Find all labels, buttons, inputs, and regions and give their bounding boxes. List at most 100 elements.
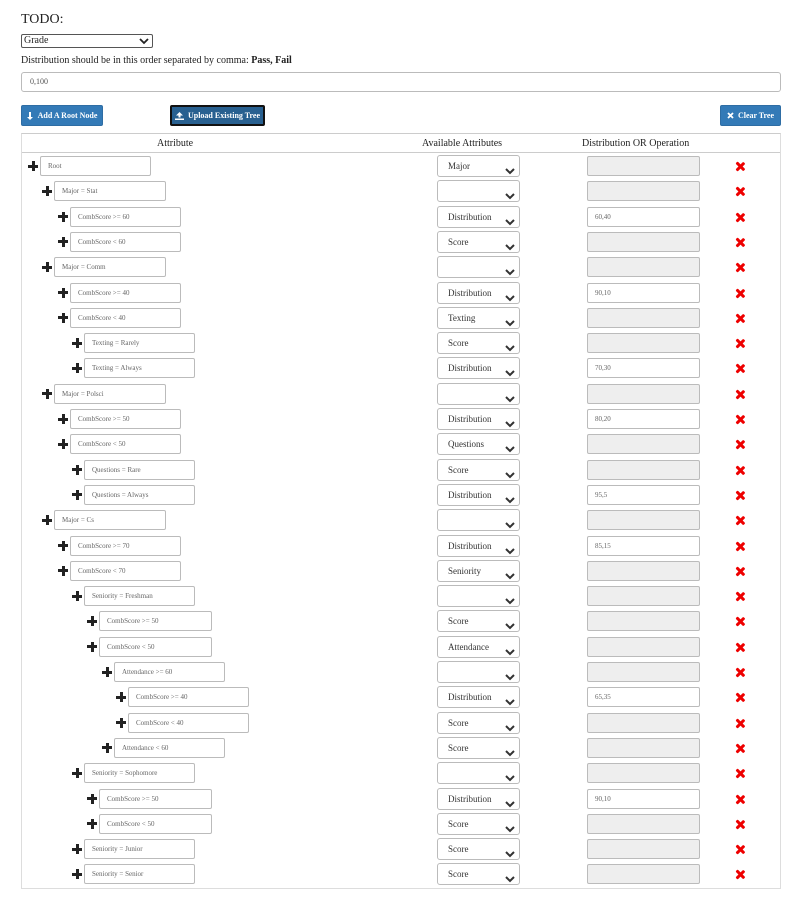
- node-label-input[interactable]: CombScore < 50: [99, 813, 212, 834]
- node-label-input[interactable]: CombScore < 60: [70, 231, 181, 252]
- available-attribute-select[interactable]: [437, 180, 520, 203]
- distribution-input[interactable]: 90,10: [587, 788, 700, 809]
- available-attribute-select[interactable]: Score: [437, 838, 520, 861]
- plus-icon[interactable]: [87, 641, 97, 652]
- delete-icon[interactable]: [735, 769, 744, 778]
- available-attribute-select[interactable]: [437, 661, 520, 683]
- delete-icon[interactable]: [735, 263, 744, 272]
- distribution-input[interactable]: [587, 813, 700, 834]
- available-attribute-select[interactable]: Distribution: [437, 787, 520, 810]
- available-attribute-select[interactable]: Texting: [437, 306, 520, 329]
- distribution-input[interactable]: [587, 156, 700, 176]
- distribution-input[interactable]: [587, 737, 700, 758]
- available-attribute-select[interactable]: Distribution: [437, 686, 520, 709]
- plus-icon[interactable]: [42, 388, 52, 399]
- delete-icon[interactable]: [735, 440, 744, 449]
- node-label-input[interactable]: CombScore < 40: [128, 712, 249, 733]
- delete-icon[interactable]: [735, 339, 744, 348]
- plus-icon[interactable]: [58, 414, 68, 424]
- plus-icon[interactable]: [72, 844, 82, 855]
- delete-icon[interactable]: [735, 415, 744, 424]
- distribution-input[interactable]: 90,10: [587, 282, 700, 303]
- node-label-input[interactable]: Seniority = Sophomore: [84, 763, 195, 784]
- distribution-input[interactable]: [587, 510, 700, 531]
- distribution-input[interactable]: [587, 231, 700, 252]
- distribution-input[interactable]: [587, 763, 700, 784]
- node-label-input[interactable]: Seniority = Junior: [84, 839, 195, 860]
- available-attribute-select[interactable]: Questions: [437, 433, 520, 456]
- distribution-input[interactable]: [587, 662, 700, 682]
- node-label-input[interactable]: CombScore < 50: [70, 434, 181, 455]
- distribution-input[interactable]: [587, 181, 700, 202]
- available-attribute-select[interactable]: Distribution: [437, 205, 520, 228]
- plus-icon[interactable]: [102, 742, 112, 753]
- distribution-input[interactable]: 85,15: [587, 535, 700, 556]
- available-attribute-select[interactable]: Score: [437, 332, 520, 355]
- distribution-input[interactable]: [587, 586, 700, 607]
- plus-icon[interactable]: [87, 818, 97, 829]
- plus-icon[interactable]: [72, 464, 82, 475]
- distribution-input[interactable]: [587, 257, 700, 278]
- available-attribute-select[interactable]: Score: [437, 230, 520, 253]
- node-label-input[interactable]: Major = Comm: [54, 257, 166, 278]
- node-label-input[interactable]: Major = Cs: [54, 510, 166, 531]
- available-attribute-select[interactable]: Major: [437, 155, 520, 177]
- node-label-input[interactable]: CombScore < 40: [70, 307, 181, 328]
- distribution-input[interactable]: 95,5: [587, 484, 700, 505]
- delete-icon[interactable]: [735, 567, 744, 576]
- distribution-input[interactable]: 70,30: [587, 358, 700, 379]
- delete-icon[interactable]: [735, 364, 744, 373]
- node-label-input[interactable]: CombScore >= 70: [70, 535, 181, 556]
- available-attribute-select[interactable]: Distribution: [437, 357, 520, 380]
- clear-tree-button[interactable]: Clear Tree: [720, 105, 781, 126]
- node-label-input[interactable]: CombScore >= 40: [70, 282, 181, 303]
- plus-icon[interactable]: [87, 616, 97, 627]
- delete-icon[interactable]: [735, 668, 744, 677]
- plus-icon[interactable]: [102, 667, 112, 677]
- delete-icon[interactable]: [735, 643, 744, 652]
- delete-icon[interactable]: [735, 617, 744, 626]
- available-attribute-select[interactable]: Distribution: [437, 534, 520, 557]
- distribution-input[interactable]: [587, 383, 700, 404]
- target-attribute-select[interactable]: Grade: [21, 34, 153, 48]
- plus-icon[interactable]: [58, 312, 68, 323]
- available-attribute-select[interactable]: Distribution: [437, 408, 520, 430]
- node-label-input[interactable]: Seniority = Senior: [84, 864, 195, 885]
- delete-icon[interactable]: [735, 238, 744, 247]
- distribution-input[interactable]: [587, 636, 700, 657]
- node-label-input[interactable]: Major = Stat: [54, 181, 166, 202]
- node-label-input[interactable]: Major = Polsci: [54, 383, 166, 404]
- distribution-input[interactable]: [587, 560, 700, 581]
- delete-icon[interactable]: [735, 744, 744, 753]
- node-label-input[interactable]: CombScore >= 60: [70, 206, 181, 227]
- available-attribute-select[interactable]: Seniority: [437, 559, 520, 582]
- plus-icon[interactable]: [42, 515, 52, 526]
- plus-icon[interactable]: [72, 768, 82, 779]
- plus-icon[interactable]: [72, 338, 82, 349]
- distribution-input[interactable]: 60,40: [587, 206, 700, 227]
- delete-icon[interactable]: [735, 542, 744, 551]
- node-label-input[interactable]: CombScore >= 50: [70, 409, 181, 429]
- node-label-input[interactable]: Root: [40, 156, 151, 176]
- delete-icon[interactable]: [735, 795, 744, 804]
- plus-icon[interactable]: [72, 489, 82, 500]
- upload-tree-button[interactable]: Upload Existing Tree: [170, 105, 265, 126]
- plus-icon[interactable]: [42, 262, 52, 273]
- available-attribute-select[interactable]: Score: [437, 610, 520, 633]
- plus-icon[interactable]: [58, 287, 68, 298]
- available-attribute-select[interactable]: Score: [437, 736, 520, 759]
- node-label-input[interactable]: CombScore >= 40: [128, 687, 249, 708]
- plus-icon[interactable]: [72, 591, 82, 602]
- available-attribute-select[interactable]: [437, 256, 520, 279]
- root-distribution-input[interactable]: 0,100: [21, 72, 781, 92]
- plus-icon[interactable]: [72, 363, 82, 374]
- delete-icon[interactable]: [735, 390, 744, 399]
- plus-icon[interactable]: [58, 540, 68, 551]
- delete-icon[interactable]: [735, 845, 744, 854]
- delete-icon[interactable]: [735, 693, 744, 702]
- plus-icon[interactable]: [58, 565, 68, 576]
- delete-icon[interactable]: [735, 162, 744, 171]
- available-attribute-select[interactable]: Distribution: [437, 483, 520, 506]
- node-label-input[interactable]: Seniority = Freshman: [84, 586, 195, 607]
- plus-icon[interactable]: [42, 186, 52, 197]
